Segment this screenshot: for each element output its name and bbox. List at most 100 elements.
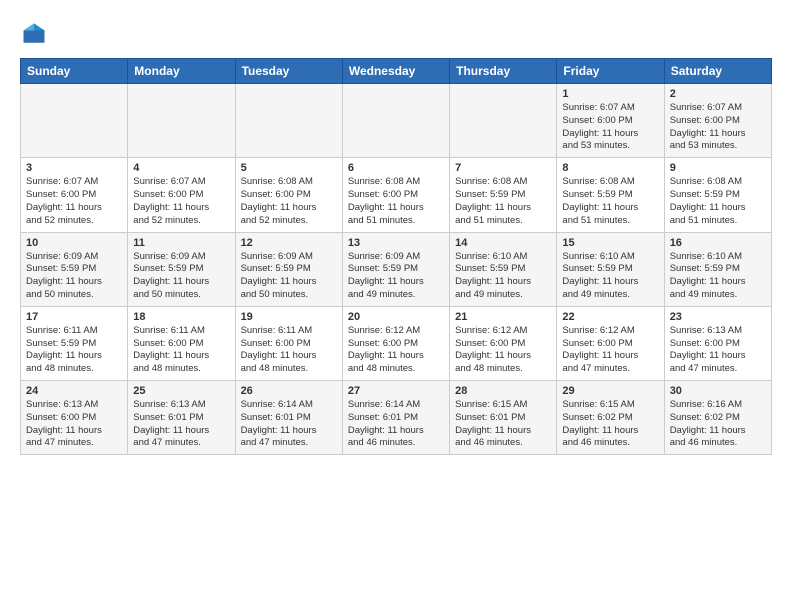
weekday-header-friday: Friday — [557, 59, 664, 84]
week-row-5: 24 Sunrise: 6:13 AM Sunset: 6:00 PM Dayli… — [21, 381, 772, 455]
day-info: Sunrise: 6:08 AM Sunset: 6:00 PM Dayligh… — [241, 176, 337, 227]
day-number: 26 — [241, 385, 337, 397]
day-number: 29 — [562, 385, 658, 397]
day-info: Sunrise: 6:08 AM Sunset: 5:59 PM Dayligh… — [455, 176, 551, 227]
calendar-cell — [235, 84, 342, 158]
week-row-3: 10 Sunrise: 6:09 AM Sunset: 5:59 PM Dayli… — [21, 232, 772, 306]
day-number: 28 — [455, 385, 551, 397]
day-info: Sunrise: 6:11 AM Sunset: 6:00 PM Dayligh… — [133, 325, 229, 376]
weekday-row: SundayMondayTuesdayWednesdayThursdayFrid… — [21, 59, 772, 84]
calendar-cell: 27 Sunrise: 6:14 AM Sunset: 6:01 PM Dayli… — [342, 381, 449, 455]
calendar-cell: 9 Sunrise: 6:08 AM Sunset: 5:59 PM Daylig… — [664, 158, 771, 232]
day-info: Sunrise: 6:09 AM Sunset: 5:59 PM Dayligh… — [133, 251, 229, 302]
calendar-cell: 22 Sunrise: 6:12 AM Sunset: 6:00 PM Dayli… — [557, 306, 664, 380]
calendar-cell — [128, 84, 235, 158]
day-info: Sunrise: 6:12 AM Sunset: 6:00 PM Dayligh… — [348, 325, 444, 376]
day-info: Sunrise: 6:14 AM Sunset: 6:01 PM Dayligh… — [241, 399, 337, 450]
day-number: 1 — [562, 88, 658, 100]
calendar-cell: 8Sunrise: 6:08 AM Sunset: 5:59 PM Daylig… — [557, 158, 664, 232]
calendar-cell — [450, 84, 557, 158]
weekday-header-monday: Monday — [128, 59, 235, 84]
day-number: 24 — [26, 385, 122, 397]
week-row-4: 17Sunrise: 6:11 AM Sunset: 5:59 PM Dayli… — [21, 306, 772, 380]
calendar-cell: 3 Sunrise: 6:07 AM Sunset: 6:00 PM Daylig… — [21, 158, 128, 232]
calendar-cell — [342, 84, 449, 158]
calendar-body: 1 Sunrise: 6:07 AM Sunset: 6:00 PM Daylig… — [21, 84, 772, 455]
weekday-header-thursday: Thursday — [450, 59, 557, 84]
week-row-1: 1 Sunrise: 6:07 AM Sunset: 6:00 PM Daylig… — [21, 84, 772, 158]
day-number: 22 — [562, 311, 658, 323]
day-number: 13 — [348, 237, 444, 249]
day-number: 9 — [670, 162, 766, 174]
day-info: Sunrise: 6:11 AM Sunset: 5:59 PM Dayligh… — [26, 325, 122, 376]
day-number: 21 — [455, 311, 551, 323]
calendar-cell: 16 Sunrise: 6:10 AM Sunset: 5:59 PM Dayli… — [664, 232, 771, 306]
weekday-header-saturday: Saturday — [664, 59, 771, 84]
calendar-cell: 10 Sunrise: 6:09 AM Sunset: 5:59 PM Dayli… — [21, 232, 128, 306]
calendar-cell: 17Sunrise: 6:11 AM Sunset: 5:59 PM Dayli… — [21, 306, 128, 380]
calendar-cell: 26 Sunrise: 6:14 AM Sunset: 6:01 PM Dayli… — [235, 381, 342, 455]
calendar-cell: 12Sunrise: 6:09 AM Sunset: 5:59 PM Dayli… — [235, 232, 342, 306]
day-number: 27 — [348, 385, 444, 397]
weekday-header-sunday: Sunday — [21, 59, 128, 84]
calendar-cell: 21 Sunrise: 6:12 AM Sunset: 6:00 PM Dayli… — [450, 306, 557, 380]
day-number: 7 — [455, 162, 551, 174]
day-number: 4 — [133, 162, 229, 174]
calendar-cell: 14Sunrise: 6:10 AM Sunset: 5:59 PM Dayli… — [450, 232, 557, 306]
calendar-cell: 29Sunrise: 6:15 AM Sunset: 6:02 PM Dayli… — [557, 381, 664, 455]
calendar-cell: 24 Sunrise: 6:13 AM Sunset: 6:00 PM Dayli… — [21, 381, 128, 455]
calendar-cell: 4Sunrise: 6:07 AM Sunset: 6:00 PM Daylig… — [128, 158, 235, 232]
calendar-header: SundayMondayTuesdayWednesdayThursdayFrid… — [21, 59, 772, 84]
calendar-cell — [21, 84, 128, 158]
day-number: 20 — [348, 311, 444, 323]
calendar-cell: 19 Sunrise: 6:11 AM Sunset: 6:00 PM Dayli… — [235, 306, 342, 380]
calendar-cell: 20 Sunrise: 6:12 AM Sunset: 6:00 PM Dayli… — [342, 306, 449, 380]
day-number: 25 — [133, 385, 229, 397]
calendar-cell: 5Sunrise: 6:08 AM Sunset: 6:00 PM Daylig… — [235, 158, 342, 232]
calendar-cell: 18 Sunrise: 6:11 AM Sunset: 6:00 PM Dayli… — [128, 306, 235, 380]
day-info: Sunrise: 6:11 AM Sunset: 6:00 PM Dayligh… — [241, 325, 337, 376]
day-info: Sunrise: 6:10 AM Sunset: 5:59 PM Dayligh… — [670, 251, 766, 302]
day-info: Sunrise: 6:16 AM Sunset: 6:02 PM Dayligh… — [670, 399, 766, 450]
day-info: Sunrise: 6:08 AM Sunset: 6:00 PM Dayligh… — [348, 176, 444, 227]
calendar-cell: 2 Sunrise: 6:07 AM Sunset: 6:00 PM Daylig… — [664, 84, 771, 158]
week-row-2: 3 Sunrise: 6:07 AM Sunset: 6:00 PM Daylig… — [21, 158, 772, 232]
calendar-cell: 25 Sunrise: 6:13 AM Sunset: 6:01 PM Dayli… — [128, 381, 235, 455]
day-number: 2 — [670, 88, 766, 100]
calendar-cell: 13Sunrise: 6:09 AM Sunset: 5:59 PM Dayli… — [342, 232, 449, 306]
day-number: 10 — [26, 237, 122, 249]
day-number: 23 — [670, 311, 766, 323]
day-info: Sunrise: 6:13 AM Sunset: 6:00 PM Dayligh… — [670, 325, 766, 376]
day-info: Sunrise: 6:15 AM Sunset: 6:01 PM Dayligh… — [455, 399, 551, 450]
day-info: Sunrise: 6:13 AM Sunset: 6:01 PM Dayligh… — [133, 399, 229, 450]
calendar: SundayMondayTuesdayWednesdayThursdayFrid… — [20, 58, 772, 455]
day-number: 12 — [241, 237, 337, 249]
day-info: Sunrise: 6:09 AM Sunset: 5:59 PM Dayligh… — [26, 251, 122, 302]
calendar-cell: 28 Sunrise: 6:15 AM Sunset: 6:01 PM Dayli… — [450, 381, 557, 455]
day-number: 30 — [670, 385, 766, 397]
calendar-cell: 11Sunrise: 6:09 AM Sunset: 5:59 PM Dayli… — [128, 232, 235, 306]
day-info: Sunrise: 6:08 AM Sunset: 5:59 PM Dayligh… — [670, 176, 766, 227]
weekday-header-wednesday: Wednesday — [342, 59, 449, 84]
day-number: 3 — [26, 162, 122, 174]
day-info: Sunrise: 6:07 AM Sunset: 6:00 PM Dayligh… — [670, 102, 766, 153]
calendar-cell: 7 Sunrise: 6:08 AM Sunset: 5:59 PM Daylig… — [450, 158, 557, 232]
day-number: 15 — [562, 237, 658, 249]
day-info: Sunrise: 6:12 AM Sunset: 6:00 PM Dayligh… — [562, 325, 658, 376]
day-number: 18 — [133, 311, 229, 323]
day-number: 14 — [455, 237, 551, 249]
day-number: 19 — [241, 311, 337, 323]
logo-icon — [20, 20, 48, 48]
day-info: Sunrise: 6:07 AM Sunset: 6:00 PM Dayligh… — [562, 102, 658, 153]
day-info: Sunrise: 6:14 AM Sunset: 6:01 PM Dayligh… — [348, 399, 444, 450]
day-info: Sunrise: 6:07 AM Sunset: 6:00 PM Dayligh… — [26, 176, 122, 227]
header — [20, 16, 772, 48]
day-info: Sunrise: 6:12 AM Sunset: 6:00 PM Dayligh… — [455, 325, 551, 376]
day-number: 16 — [670, 237, 766, 249]
page: SundayMondayTuesdayWednesdayThursdayFrid… — [0, 0, 792, 471]
day-number: 8 — [562, 162, 658, 174]
day-info: Sunrise: 6:13 AM Sunset: 6:00 PM Dayligh… — [26, 399, 122, 450]
logo — [20, 20, 52, 48]
calendar-cell: 23 Sunrise: 6:13 AM Sunset: 6:00 PM Dayli… — [664, 306, 771, 380]
calendar-cell: 15Sunrise: 6:10 AM Sunset: 5:59 PM Dayli… — [557, 232, 664, 306]
